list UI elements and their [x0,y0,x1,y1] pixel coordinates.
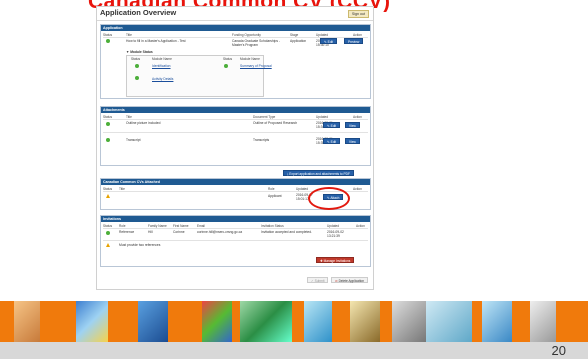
sign-out-button[interactable]: Sign out [347,10,369,18]
status-complete-icon [106,231,110,235]
attachment-doc-type: Transcripts [253,138,270,142]
application-panel: Application Status Title Funding Opportu… [100,24,371,99]
water-image [304,301,332,342]
invitations-panel: Invitations Status Role Family Name Firs… [100,215,371,267]
invitation-updated: 2016-09-02 13:21:39 [327,230,344,239]
view-attachment-button[interactable]: View [345,122,360,128]
orange-strip [0,301,588,342]
application-funding: Canada Graduate Scholarships - Master's … [232,39,281,48]
crystal-image [530,301,556,342]
ccv-section-title: Canadian Common CVs Attached [101,179,370,185]
invitation-first-name: Corinne [173,230,185,234]
highlight-circle [308,187,350,210]
module-col-status: Status [131,57,141,61]
manage-invitations-button[interactable]: ✚ Manage Invitations [316,257,355,263]
module-status-table: Status Module Name Status Module Name Id… [126,55,272,97]
edit-application-button[interactable]: ✎ Edit [320,38,338,44]
dna-image [202,301,232,342]
invitations-section-title: Invitations [101,216,370,222]
attachments-section-title: Attachments [101,107,370,113]
warning-icon [106,194,110,198]
module-col-name: Module Name [152,57,172,61]
module-col-name-2: Module Name [240,57,260,61]
grey-strip [0,342,588,359]
leaves-image [240,301,292,342]
application-window: Application Overview Sign out Applicatio… [96,6,374,290]
preview-button[interactable]: Preview [344,38,364,44]
references-warning: Must provide two references [119,243,161,247]
module-status-icon [224,64,228,68]
warning-icon [106,243,110,247]
page-title: Application Overview [100,8,177,17]
arrow-image [138,301,168,342]
module-link-activity[interactable]: Activity Details [152,77,173,81]
status-complete-icon [106,138,110,142]
eye-image [14,301,40,342]
chart-image [482,301,512,342]
attachment-title: Outline picture included [126,121,161,125]
module-status-toggle[interactable]: ▼ Module Status [126,50,153,54]
module-link-identification[interactable]: Identification [152,64,171,68]
application-section-title: Application [101,25,370,31]
application-stage: Application [290,39,307,43]
module-col-status-2: Status [223,57,233,61]
export-pdf-button[interactable]: ⤓ Export application and attachments to … [283,170,354,176]
module-status-icon [135,64,139,68]
invitation-family-name: Hill [148,230,153,234]
page-number: 20 [551,343,566,358]
circuit-image [392,301,426,342]
attachment-doc-type: Outline of Proposed Research [253,121,298,125]
edit-attachment-button[interactable]: ✎ Edit [323,138,341,144]
invitation-role: Reference [119,230,135,234]
app-header: Application Overview Sign out [97,7,373,21]
view-attachment-button[interactable]: View [345,138,360,144]
lens-image [426,301,472,342]
status-complete-icon [106,122,110,126]
ccv-role: Applicant [268,194,282,198]
invitation-status: Invitation accepted and completed. [261,230,312,234]
application-title: How to fill in a Master's Application - … [126,39,186,43]
feather-image [350,301,380,342]
attachment-title: Transcript [126,138,141,142]
status-complete-icon [106,39,110,43]
edit-attachment-button[interactable]: ✎ Edit [323,122,341,128]
module-status-icon [135,76,139,80]
delete-application-button[interactable]: ⊘ Delete Application [331,277,369,283]
molecule-image [76,301,108,342]
slide-footer-band: 20 [0,297,588,359]
slide: Canadian Common CV (CCV) Application Ove… [0,0,588,359]
attachments-panel: Attachments Status Title Document Type U… [100,106,371,166]
module-link-summary[interactable]: Summary of Proposal [240,64,272,68]
submit-button[interactable]: ✓ Submit [307,277,329,283]
invitation-email: corinne.hill@nserc-crsng.gc.ca [197,230,243,234]
